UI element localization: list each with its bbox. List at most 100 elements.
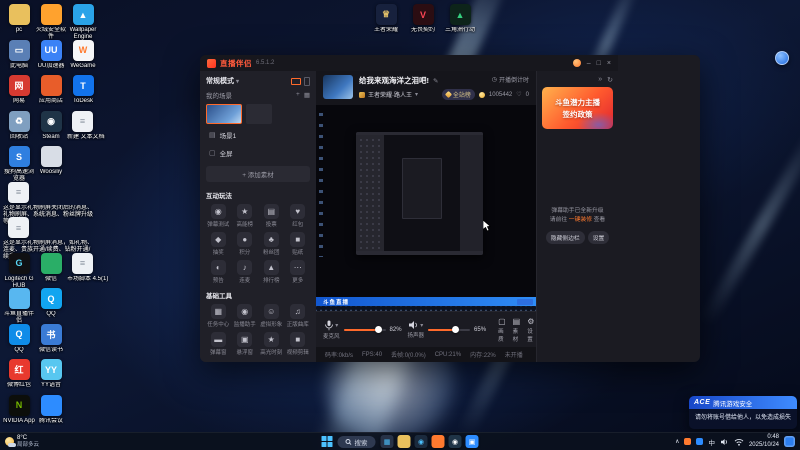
- desktop-icon[interactable]: ≡ 市场脚本 4.5(1): [67, 252, 159, 283]
- interactive-item[interactable]: ♥ 红包: [286, 204, 311, 228]
- mic-slider-knob[interactable]: [374, 326, 382, 333]
- mic-slider[interactable]: [343, 326, 386, 333]
- decorate-link[interactable]: 一键装修: [569, 217, 592, 223]
- desktop-icon[interactable]: 网网易: [3, 75, 35, 105]
- collapse-icon[interactable]: »: [598, 76, 602, 84]
- weather-widget[interactable]: 8°C 局部多云: [5, 435, 39, 448]
- desktop-icon[interactable]: ≡ 新建 文本文档: [67, 110, 159, 141]
- interactive-item[interactable]: ★ 高能榜: [233, 204, 258, 228]
- desktop-icon[interactable]: ▭ 此电脑: [3, 39, 35, 70]
- tool-item[interactable]: ★ 高光时刻: [259, 332, 284, 356]
- scene-item[interactable]: ▤ 场景1: [206, 128, 310, 142]
- tray-overflow-icon[interactable]: ∧: [675, 438, 679, 445]
- interactive-item[interactable]: ♣ 粉丝团: [259, 232, 284, 256]
- taskbar-app-store[interactable]: ▣: [465, 435, 479, 448]
- chevron-down-icon[interactable]: ▾: [420, 322, 423, 329]
- fullscreen-source-item[interactable]: ▢ 全屏: [206, 146, 310, 160]
- interactive-item[interactable]: ■ 贴纸: [286, 232, 311, 256]
- desktop-icon[interactable]: YY YY语音: [35, 359, 67, 389]
- more-tools-button[interactable]: ⋯ 更多功能: [206, 361, 310, 362]
- desktop-icon[interactable]: 书微信读书: [35, 323, 67, 354]
- speaker-icon[interactable]: [408, 320, 419, 330]
- category-selector[interactable]: 王者荣耀·路人王 ▾: [359, 90, 436, 99]
- edit-title-icon[interactable]: ✎: [433, 77, 438, 85]
- desktop-icon[interactable]: 火绒安全软件: [35, 4, 67, 41]
- interactive-item[interactable]: ◆ 抽奖: [206, 232, 231, 256]
- interactive-item[interactable]: ▤ 投票: [259, 204, 284, 228]
- interactive-item[interactable]: ⋯ 更多: [286, 260, 311, 284]
- speaker-slider-knob[interactable]: [452, 326, 460, 333]
- desktop-icon[interactable]: S 搜狗高速浏览器: [3, 146, 35, 183]
- hide-sidebar-button[interactable]: 隐藏侧边栏: [545, 230, 585, 244]
- volume-icon[interactable]: [720, 438, 729, 446]
- desktop-icon[interactable]: N NVIDIA App: [3, 394, 35, 425]
- desktop-icon[interactable]: ◉ Steam: [35, 110, 67, 141]
- close-icon[interactable]: ×: [607, 60, 611, 67]
- desktop-icon[interactable]: ♻ 回收站: [3, 110, 35, 141]
- desktop-icon[interactable]: pc: [3, 4, 35, 34]
- start-button[interactable]: [321, 436, 333, 447]
- desktop-icon[interactable]: Q QQ: [35, 288, 67, 318]
- desktop-icon[interactable]: T ToDesk: [67, 75, 99, 105]
- taskbar-app-task-view[interactable]: ▦: [380, 435, 394, 448]
- desktop-icon[interactable]: ▲ 三角洲行动: [444, 4, 476, 34]
- promo-banner[interactable]: 斗鱼潜力主播 签约政策: [542, 87, 613, 129]
- desktop-icon[interactable]: Q QQ: [3, 323, 35, 354]
- desktop-icon[interactable]: W WeGame: [67, 39, 99, 70]
- taskbar-app-douyu[interactable]: [431, 435, 445, 448]
- wifi-icon[interactable]: [734, 438, 744, 446]
- speaker-slider[interactable]: [428, 326, 471, 333]
- mode-selector[interactable]: 常规模式 ▾: [206, 76, 239, 86]
- security-toast[interactable]: ACE 腾讯游戏安全 请勿将账号借给他人，以免造成损失: [689, 396, 797, 429]
- taskbar-app-file-explorer[interactable]: [397, 435, 411, 448]
- control-button[interactable]: ▢ 画质: [498, 317, 506, 343]
- search-input[interactable]: 搜索: [337, 435, 376, 448]
- stream-cover[interactable]: [323, 75, 353, 99]
- tool-item[interactable]: ■ 视频剪辑: [286, 332, 311, 356]
- user-avatar[interactable]: [572, 59, 581, 67]
- desktop-icon[interactable]: Woosiliy: [35, 146, 67, 176]
- maximize-icon[interactable]: □: [597, 60, 601, 67]
- tool-item[interactable]: ♫ 正版曲库: [286, 304, 311, 328]
- portrait-icon[interactable]: [304, 76, 310, 86]
- desktop-icon[interactable]: G Logitech G HUB: [3, 252, 35, 290]
- microphone-icon[interactable]: [324, 320, 334, 331]
- interactive-item[interactable]: ◐ 预告: [206, 260, 231, 284]
- desktop-icon[interactable]: 斗鱼直播伴侣: [3, 288, 35, 325]
- settings-button[interactable]: ⚙ 设置: [527, 317, 534, 343]
- countdown-toggle[interactable]: ◷ 开播倒计时: [492, 75, 529, 84]
- tool-item[interactable]: ▣ 悬浮窗: [233, 332, 258, 356]
- scene-thumbnail[interactable]: [246, 104, 272, 124]
- floating-assistant-ball[interactable]: [775, 51, 789, 65]
- input-method-indicator[interactable]: 中: [708, 437, 715, 447]
- landscape-icon[interactable]: [291, 77, 301, 85]
- clock-widget[interactable]: 0:48 2025/10/24: [749, 434, 779, 448]
- desktop-icon[interactable]: UU UU加速器: [35, 39, 67, 70]
- window-titlebar[interactable]: 直播伴侣 6.5.1.2 – □ ×: [200, 55, 618, 71]
- interactive-item[interactable]: ◉ 弹幕测试: [206, 204, 231, 228]
- desktop-icon[interactable]: 微信: [35, 252, 67, 283]
- desktop-icon[interactable]: 腾讯会议: [35, 394, 67, 425]
- tool-item[interactable]: ▬ 弹幕窗: [206, 332, 231, 356]
- minimize-icon[interactable]: –: [587, 60, 591, 67]
- desktop-icon[interactable]: 红微博红包: [3, 359, 35, 389]
- tool-item[interactable]: ☺ 虚拟形象: [259, 304, 284, 328]
- desktop-icon[interactable]: ♕ 王者荣耀: [370, 4, 402, 34]
- stream-preview[interactable]: 斗鱼直播: [316, 105, 536, 311]
- interactive-item[interactable]: ● 积分: [233, 232, 258, 256]
- scene-grid-icon[interactable]: ▦: [304, 91, 310, 99]
- chevron-down-icon[interactable]: ▾: [335, 322, 338, 329]
- control-button[interactable]: ▤ 素材: [513, 317, 521, 343]
- scene-thumbnail-active[interactable]: [206, 104, 242, 124]
- notification-badge[interactable]: [784, 436, 795, 447]
- tray-app-icon[interactable]: [696, 438, 704, 445]
- desktop-icon[interactable]: 应用商店: [35, 75, 67, 105]
- tool-item[interactable]: ◉ 监播助手: [233, 304, 258, 328]
- desktop-icon[interactable]: V 无畏契约: [407, 4, 439, 34]
- desktop-icon[interactable]: ▲ Wallpaper Engine: [67, 4, 99, 41]
- taskbar-app-browser[interactable]: ◉: [414, 435, 428, 448]
- add-scene-icon[interactable]: +: [296, 91, 300, 99]
- tool-item[interactable]: ▦ 任务中心: [206, 304, 231, 328]
- tray-app-icon[interactable]: [684, 438, 692, 445]
- interactive-item[interactable]: ♪ 连麦: [233, 260, 258, 284]
